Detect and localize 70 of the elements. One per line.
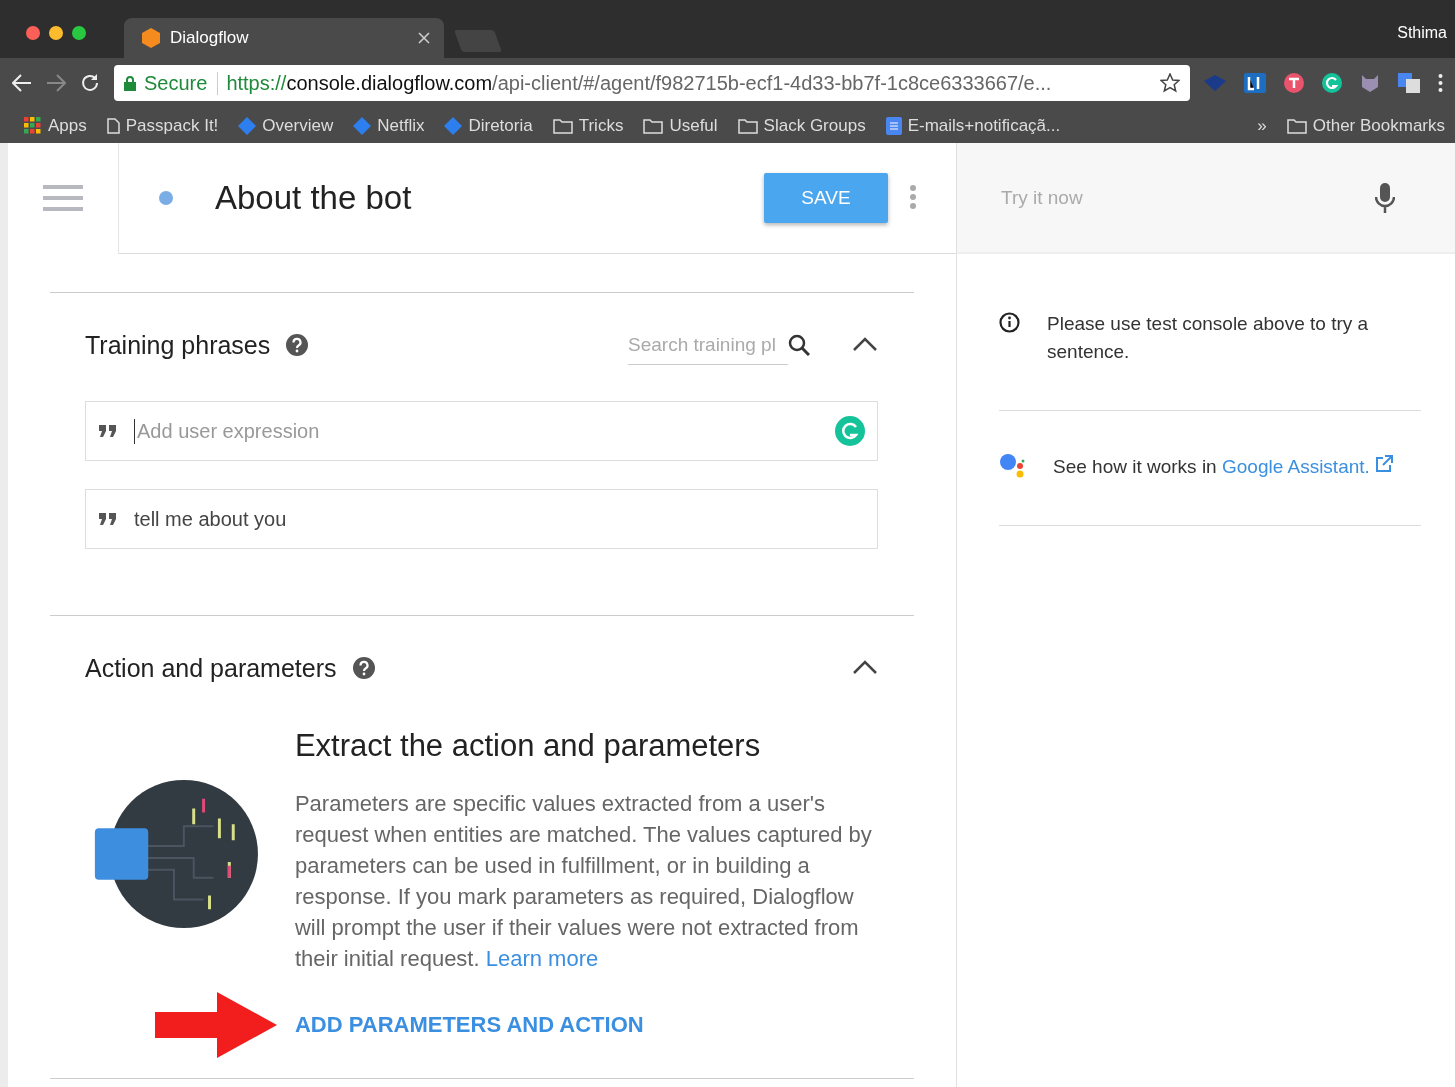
diamond-icon [444,116,463,135]
forward-icon[interactable] [46,74,66,92]
arrow-icon [154,992,277,1058]
grammar-icon [835,416,865,446]
profile-name[interactable]: Sthima [1397,24,1447,42]
bookmark[interactable]: Useful [643,115,718,136]
translate-icon[interactable] [1398,73,1420,93]
section-title: Action and parameters [85,653,337,683]
window-maximize-button[interactable] [72,26,86,40]
bookmark-folder[interactable]: Other Bookmarks [1286,115,1445,136]
apps-grid-icon [24,116,42,135]
cube-icon [142,28,160,48]
external-link-icon [1375,454,1394,473]
extension-icon[interactable] [1284,73,1304,93]
browser-tab[interactable]: Dialogflow [124,18,444,58]
reload-icon[interactable] [80,73,100,93]
bookmark[interactable]: Slack Groups [737,115,866,136]
info-message: Please use test console above to try a sentence. [1047,312,1370,364]
folder-icon [552,117,573,134]
close-icon[interactable] [418,32,430,44]
more-icon [910,184,916,209]
help-icon [286,334,309,356]
learn-more-link[interactable]: Learn more [485,946,599,971]
page-icon [106,117,120,134]
bookmark[interactable]: Diretoria [444,115,533,136]
section-heading: Extract the action and parameters [294,728,762,764]
add-parameters-button[interactable]: ADD PARAMETERS AND ACTION [294,1012,644,1038]
assistant-message: See how it works in Google Assistant. [1053,454,1394,478]
chevron-up-icon [852,658,878,675]
bookmark[interactable]: Passpack It! [106,115,219,136]
google-assistant-link[interactable]: Google Assistant. [1221,455,1394,477]
bookmark[interactable]: Overview [238,115,334,136]
document-icon [885,116,902,135]
search-icon [788,334,810,356]
star-icon[interactable] [1160,73,1180,93]
bookmark[interactable]: Tricks [552,115,624,136]
back-icon[interactable] [12,74,32,92]
expression-field[interactable]: Add user expression [85,401,878,461]
diamond-icon [353,116,372,135]
extension-icon[interactable] [1322,73,1342,93]
folder-icon [737,117,758,134]
menu-icon [43,185,83,211]
extension-icon[interactable] [1244,73,1266,93]
phrase-row[interactable]: tell me about you [85,489,878,549]
folder-icon [1286,117,1307,134]
try-it-input[interactable]: Try it now [999,185,1375,210]
bookmark[interactable]: Netflix [353,115,425,136]
secure-label: Secure [144,71,219,95]
lock-icon [124,75,136,91]
window-close-button[interactable] [26,26,40,40]
section-title: Training phrases [85,330,271,360]
description-paragraph: Parameters are specific values extracted from a user's request when entities are matched. The values captured by parameters can be used in fulfillment, or in building a response. If you mark parameters as required, Dialogflow will prompt the user if their values were not extracted from their initial request. Learn more [294,790,873,973]
url-text: https://console.dialogflow.com/api-client/#/agent/f982715b-ecf1-4d33-bb7f-1c8ce6333667/e... [226,71,1053,95]
bookmark[interactable]: Apps [24,115,87,136]
bookmark[interactable]: E-mails+notificaçã... [885,115,1061,136]
chevron-up-icon [852,335,878,352]
window-minimize-button[interactable] [49,26,63,40]
microphone-icon[interactable] [1375,182,1395,213]
help-icon [352,657,375,679]
address-bar[interactable]: Secure https://console.dialogflow.com/api-client/#/agent/f982715b-ecf1-4d33-bb7f-1c8ce6333667/e... [114,65,1190,101]
folder-icon [643,117,664,134]
more-icon[interactable] [1438,73,1443,93]
info-icon [999,312,1020,333]
quote-icon [98,512,118,526]
status-dot [159,191,173,205]
diamond-icon [238,116,257,135]
quote-icon [98,424,118,438]
assistant-dots-icon [999,453,1025,479]
more-bookmarks[interactable]: » [1257,115,1267,136]
page-title: About the bot [215,179,413,217]
